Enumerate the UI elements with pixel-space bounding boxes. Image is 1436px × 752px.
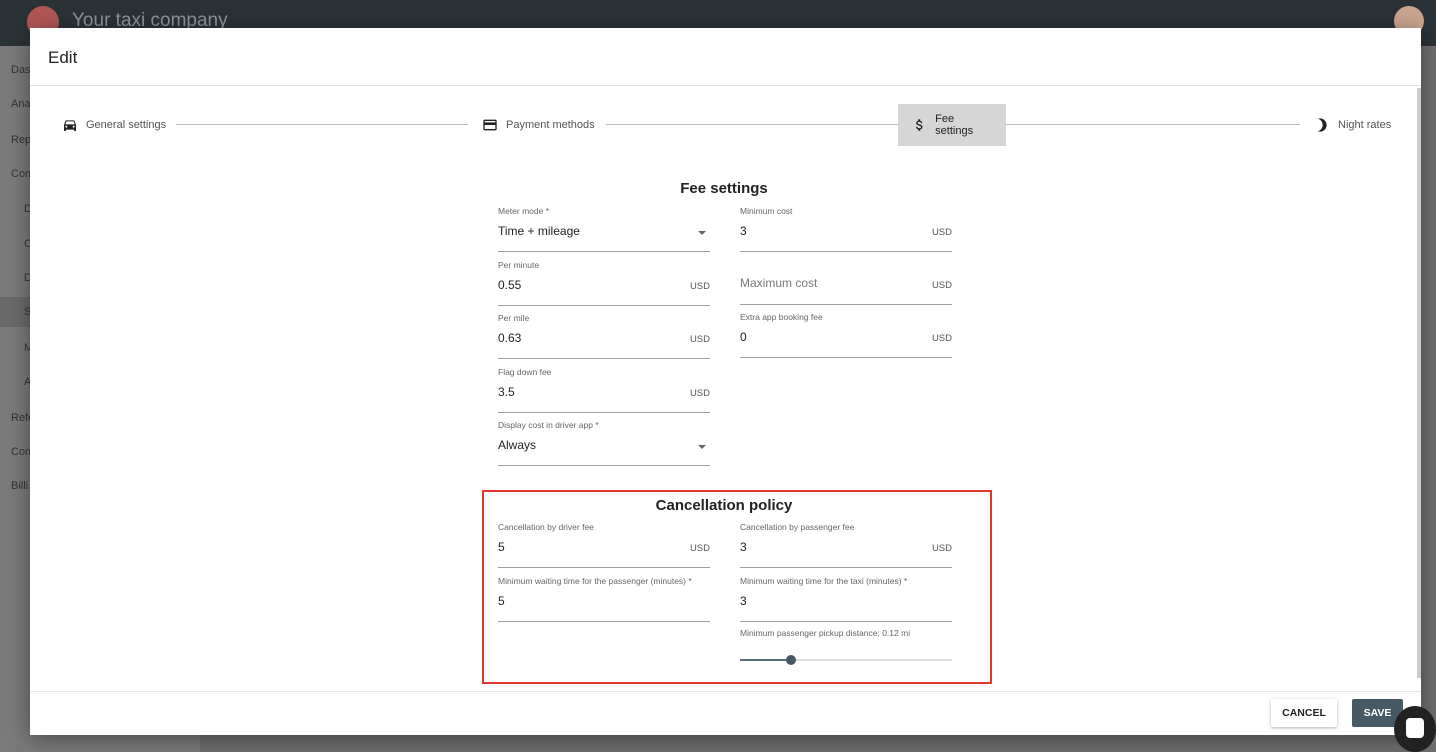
field-value: 3	[740, 224, 747, 238]
chat-icon	[1406, 718, 1424, 738]
sidebar-item[interactable]: Das	[11, 64, 31, 76]
field-value: 3	[740, 594, 747, 608]
flag-down-fee-input[interactable]: Flag down fee 3.5 USD	[498, 367, 710, 413]
divider	[30, 85, 1421, 86]
unit-suffix: USD	[689, 543, 710, 554]
field-value: 5	[498, 540, 505, 554]
car-icon	[64, 120, 76, 131]
field-value: 0	[740, 330, 747, 344]
step-connector	[176, 124, 468, 125]
scrollbar[interactable]	[1417, 88, 1421, 678]
slider-thumb[interactable]	[785, 655, 796, 665]
unit-suffix: USD	[931, 280, 952, 291]
maximum-cost-input[interactable]: Maximum cost USD	[740, 259, 952, 305]
step-label: General settings	[86, 119, 167, 131]
step-connector	[606, 124, 898, 125]
step-general-settings[interactable]: General settings	[48, 104, 180, 146]
per-minute-input[interactable]: Per minute 0.55 USD	[498, 260, 710, 306]
credit-card-icon	[483, 119, 497, 131]
unit-suffix: USD	[931, 227, 952, 238]
chat-launcher-button[interactable]	[1394, 706, 1436, 752]
chevron-down-icon	[698, 231, 706, 235]
passenger-waiting-time-input[interactable]: Minimum waiting time for the passenger (…	[498, 576, 710, 622]
display-cost-select[interactable]: Display cost in driver app * Always	[498, 420, 710, 466]
field-label: Meter mode *	[498, 206, 550, 216]
sidebar-item[interactable]: Billi	[11, 480, 28, 492]
step-label: Night rates	[1338, 119, 1392, 131]
field-label: Cancellation by passenger fee	[740, 522, 855, 532]
moon-icon	[1318, 118, 1327, 132]
divider	[30, 691, 1421, 692]
passenger-cancellation-fee-input[interactable]: Cancellation by passenger fee 3 USD	[740, 522, 952, 568]
minimum-cost-input[interactable]: Minimum cost 3 USD	[740, 206, 952, 252]
unit-suffix: USD	[689, 334, 710, 345]
meter-mode-select[interactable]: Meter mode * Time + mileage	[498, 206, 710, 252]
field-label: Cancellation by driver fee	[498, 522, 594, 532]
step-connector	[1006, 124, 1300, 125]
driver-cancellation-fee-input[interactable]: Cancellation by driver fee 5 USD	[498, 522, 710, 568]
step-payment-methods[interactable]: Payment methods	[468, 104, 609, 146]
per-mile-input[interactable]: Per mile 0.63 USD	[498, 313, 710, 359]
field-value: 3.5	[498, 385, 515, 399]
cancellation-policy-heading: Cancellation policy	[655, 497, 793, 514]
chevron-down-icon	[698, 445, 706, 449]
pickup-distance-slider[interactable]	[740, 655, 952, 665]
field-label: Flag down fee	[498, 367, 552, 377]
field-value: 0.55	[498, 278, 522, 292]
slider-fill	[740, 659, 791, 661]
dollar-icon	[916, 119, 923, 131]
sidebar-item[interactable]: Rep	[11, 134, 31, 146]
unit-suffix: USD	[931, 333, 952, 344]
field-value: 5	[498, 594, 505, 608]
taxi-waiting-time-input[interactable]: Minimum waiting time for the taxi (minut…	[740, 576, 952, 622]
step-label: Payment methods	[506, 119, 595, 131]
edit-dialog: Edit General settings Payment methods Fe…	[30, 28, 1421, 735]
step-fee-settings[interactable]: Fee settings	[898, 104, 1006, 146]
step-night-rates[interactable]: Night rates	[1300, 104, 1405, 146]
extra-booking-fee-input[interactable]: Extra app booking fee 0 USD	[740, 312, 952, 358]
field-label: Extra app booking fee	[740, 312, 823, 322]
step-label: Fee settings	[935, 113, 974, 137]
unit-suffix: USD	[689, 281, 710, 292]
field-label: Per minute	[498, 260, 540, 270]
field-value: Time + mileage	[498, 224, 580, 238]
field-value: 0.63	[498, 331, 522, 345]
field-label: Minimum waiting time for the passenger (…	[498, 576, 692, 586]
field-placeholder: Maximum cost	[740, 276, 818, 290]
sidebar-item[interactable]: Ana	[11, 98, 31, 110]
field-value: 3	[740, 540, 747, 554]
field-label: Display cost in driver app *	[498, 420, 599, 430]
field-label: Per mile	[498, 313, 530, 323]
pickup-distance-label: Minimum passenger pickup distance: 0.12 …	[740, 628, 911, 638]
fee-settings-heading: Fee settings	[680, 180, 768, 197]
dialog-title: Edit	[48, 48, 78, 67]
field-label: Minimum cost	[740, 206, 793, 216]
field-label: Minimum waiting time for the taxi (minut…	[740, 576, 908, 586]
unit-suffix: USD	[931, 543, 952, 554]
unit-suffix: USD	[689, 388, 710, 399]
field-value: Always	[498, 438, 537, 452]
cancel-button[interactable]: CANCEL	[1271, 699, 1337, 727]
